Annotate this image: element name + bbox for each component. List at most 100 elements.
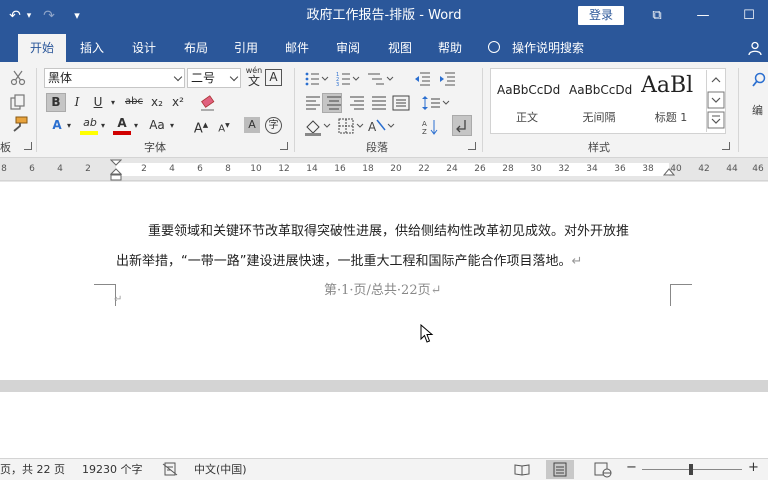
font-name-value: 黑体 — [48, 71, 73, 85]
ruler-label: 30 — [530, 164, 542, 174]
document-page-2[interactable] — [0, 392, 768, 458]
character-border-button[interactable]: A — [265, 69, 282, 86]
word-count[interactable]: 19230 个字 — [82, 463, 143, 477]
font-size-select[interactable]: 二号 — [187, 68, 241, 88]
tab-view[interactable]: 视图 — [380, 34, 420, 62]
copy-icon[interactable] — [10, 94, 26, 110]
ruler-label: 2 — [85, 164, 91, 174]
ruler-label: 44 — [726, 164, 738, 174]
zoom-slider-thumb[interactable] — [689, 464, 693, 475]
ruler-label: 8 — [1, 164, 7, 174]
undo-dropdown-icon[interactable]: ▾ — [24, 7, 34, 25]
paragraph-launcher-icon[interactable] — [468, 142, 476, 150]
right-indent-marker-icon[interactable] — [663, 167, 675, 177]
phonetic-guide-button[interactable]: wén 文 — [244, 66, 264, 88]
superscript-button[interactable]: x² — [169, 93, 187, 111]
paragraph-line-1[interactable]: 重要领域和关键环节改革取得突破性进展，供给侧结构性改革初见成效。对外开放推 — [148, 224, 629, 240]
title-bar: ↶ ▾ ↷ ▾ 政府工作报告-排版 - Word 登录 ⧉ — ☐ — [0, 0, 768, 34]
style-no-spacing-sample: AaBbCcDd — [569, 83, 633, 97]
font-color-button[interactable]: A — [112, 114, 132, 132]
phonetic-char: 文 — [247, 74, 260, 88]
highlight-button[interactable]: ab — [80, 114, 100, 132]
change-case-dropdown-icon[interactable]: ▾ — [167, 117, 177, 135]
login-button[interactable]: 登录 — [578, 6, 624, 25]
web-layout-button[interactable] — [588, 460, 616, 479]
find-icon[interactable] — [752, 72, 766, 88]
grow-font-label: A — [193, 121, 203, 137]
ruler-label: 42 — [698, 164, 710, 174]
zoom-out-button[interactable]: − — [626, 461, 637, 475]
text-effects-dropdown-icon[interactable]: ▾ — [64, 117, 74, 135]
ruler-label: 6 — [29, 164, 35, 174]
tab-layout[interactable]: 布局 — [176, 34, 216, 62]
styles-launcher-icon[interactable] — [722, 142, 730, 150]
tab-insert[interactable]: 插入 — [72, 34, 112, 62]
editing-group-label: 编 — [752, 104, 763, 117]
tab-mailings[interactable]: 邮件 — [277, 34, 317, 62]
ribbon-display-options-icon[interactable]: ⧉ — [634, 4, 680, 28]
ruler-label: 10 — [250, 164, 262, 174]
style-heading-1[interactable]: AaBl 标题 1 — [635, 69, 707, 133]
format-painter-icon[interactable] — [10, 116, 28, 132]
character-shading-button[interactable]: A — [244, 117, 260, 133]
group-separator — [294, 68, 295, 152]
enclose-characters-button[interactable]: 字 — [265, 117, 282, 134]
tab-references[interactable]: 引用 — [226, 34, 266, 62]
underline-button[interactable]: U — [89, 93, 107, 111]
font-name-select[interactable]: 黑体 — [44, 68, 185, 88]
font-color-dropdown-icon[interactable]: ▾ — [131, 117, 141, 135]
page-count[interactable]: 页，共 22 页 — [0, 463, 65, 477]
document-area[interactable]: 重要领域和关键环节改革取得突破性进展，供给侧结构性改革初见成效。对外开放推 出新… — [0, 182, 768, 458]
paragraph-line-2[interactable]: 出新举措，“一带一路”建设进展快速，一批重大工程和国际产能合作项目落地。↵ — [116, 254, 582, 270]
numbering-icon: 123 — [336, 72, 360, 87]
proofing-icon[interactable] — [162, 462, 178, 477]
clipboard-launcher-icon[interactable] — [24, 142, 32, 150]
font-group-label: 字体 — [144, 141, 166, 154]
language[interactable]: 中文(中国) — [194, 463, 247, 477]
horizontal-ruler[interactable]: 8 6 4 2 2 4 6 8 10 12 14 16 18 20 22 24 … — [0, 159, 768, 181]
cut-icon[interactable] — [10, 70, 26, 86]
style-normal[interactable]: AaBbCcDd 正文 — [491, 69, 563, 133]
undo-icon[interactable]: ↶ — [6, 7, 24, 25]
ruler-label: 4 — [57, 164, 63, 174]
ribbon-home: 板 黑体 二号 wén 文 A B I U ▾ abc x₂ x² A ▾ ab… — [0, 62, 768, 158]
style-no-spacing[interactable]: AaBbCcDd 无间隔 — [563, 69, 635, 133]
customize-qat-icon[interactable]: ▾ — [70, 7, 84, 25]
bold-button[interactable]: B — [47, 93, 65, 111]
redo-icon[interactable]: ↷ — [40, 7, 58, 25]
page-footer[interactable]: 第·1·页/总共·22页↵ — [324, 279, 442, 298]
subscript-button[interactable]: x₂ — [148, 93, 166, 111]
ruler-label: 32 — [558, 164, 570, 174]
change-case-button[interactable]: Aa — [146, 116, 168, 134]
shrink-font-button[interactable]: A▼ — [216, 117, 232, 138]
tab-help[interactable]: 帮助 — [430, 34, 470, 62]
style-heading-1-name: 标题 1 — [654, 111, 688, 124]
styles-gallery: AaBbCcDd 正文 AaBbCcDd 无间隔 AaBl 标题 1 — [490, 68, 726, 134]
ruler-label: 6 — [197, 164, 203, 174]
clear-formatting-icon[interactable] — [200, 95, 218, 111]
zoom-in-button[interactable]: + — [748, 461, 759, 475]
tab-review[interactable]: 审阅 — [328, 34, 368, 62]
read-mode-button[interactable] — [508, 460, 536, 479]
document-page[interactable]: 重要领域和关键环节改革取得突破性进展，供给侧结构性改革初见成效。对外开放推 出新… — [0, 182, 768, 380]
tab-design[interactable]: 设计 — [124, 34, 164, 62]
status-bar: 页，共 22 页 19230 个字 中文(中国) − + — [0, 458, 768, 480]
strikethrough-button[interactable]: abc — [122, 93, 146, 111]
print-layout-button[interactable] — [546, 460, 574, 479]
indent-markers-icon[interactable] — [110, 159, 122, 181]
paragraph-group-label: 段落 — [366, 141, 388, 154]
font-launcher-icon[interactable] — [280, 142, 288, 150]
show-marks-button[interactable] — [452, 115, 472, 136]
grow-font-button[interactable]: A▲ — [192, 116, 210, 138]
user-icon[interactable] — [748, 41, 762, 55]
ruler-label: 4 — [169, 164, 175, 174]
tell-me-search[interactable]: 操作说明搜索 — [488, 34, 584, 62]
tab-home[interactable]: 开始 — [18, 34, 66, 62]
multilevel-list-icon — [368, 73, 394, 85]
minimize-button[interactable]: — — [680, 4, 726, 28]
italic-button[interactable]: I — [68, 93, 86, 111]
distributed-icon — [392, 95, 410, 111]
maximize-button[interactable]: ☐ — [726, 4, 768, 28]
underline-dropdown-icon[interactable]: ▾ — [108, 94, 118, 112]
highlight-dropdown-icon[interactable]: ▾ — [98, 117, 108, 135]
